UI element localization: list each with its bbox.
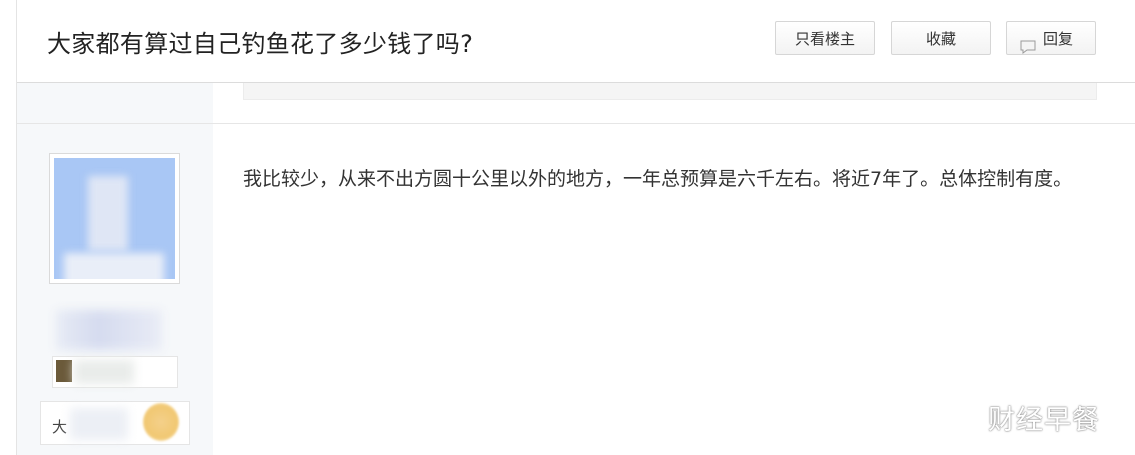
rank-medal-icon: [143, 403, 179, 441]
thread-header: 大家都有算过自己钓鱼花了多少钱了吗? 只看楼主 收藏 回复: [17, 0, 1135, 83]
rank-label: 大: [52, 418, 68, 436]
author-username-blurred[interactable]: [56, 310, 162, 350]
only-op-button[interactable]: 只看楼主: [775, 21, 875, 55]
level-text-blurred: [74, 360, 134, 384]
level-icon: [56, 360, 72, 382]
previous-post-footer: [243, 83, 1097, 100]
forum-thread-page: 大家都有算过自己钓鱼花了多少钱了吗? 只看楼主 收藏 回复 大 我比较少，从来不…: [0, 0, 1135, 455]
thread-title: 大家都有算过自己钓鱼花了多少钱了吗?: [47, 30, 474, 58]
comment-bubble-icon: [1019, 32, 1037, 54]
watermark: 财经早餐: [988, 405, 1100, 436]
reply-button-label: 回复: [1043, 30, 1074, 48]
avatar-figure-blur: [88, 176, 128, 251]
previous-author-panel: [17, 83, 213, 123]
favorite-button[interactable]: 收藏: [891, 21, 991, 55]
post-content: 我比较少，从来不出方圆十公里以外的地方，一年总预算是六千左右。将近7年了。总体控…: [243, 168, 1073, 190]
avatar[interactable]: [54, 158, 175, 279]
rank-text-blurred: [70, 408, 128, 440]
avatar-shoulders-blur: [64, 253, 164, 279]
reply-button[interactable]: 回复: [1006, 21, 1096, 55]
